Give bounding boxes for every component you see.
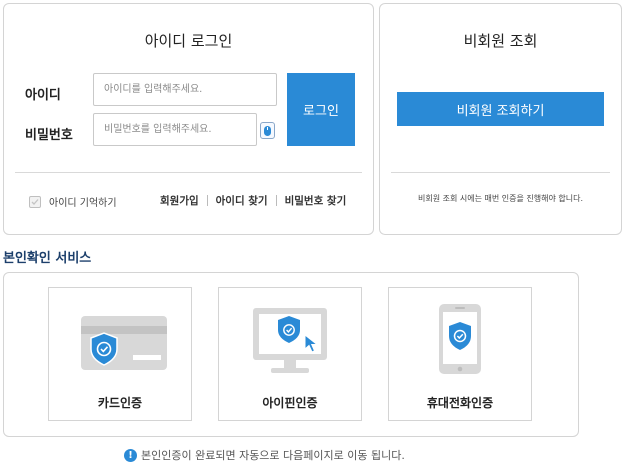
guest-lookup-note: 비회원 조회 시에는 매번 인증을 진행해야 합니다.: [418, 194, 583, 203]
signup-link[interactable]: 회원가입: [160, 193, 199, 208]
remember-id-checkbox[interactable]: 아이디 기억하기: [29, 194, 117, 209]
find-id-link[interactable]: 아이디 찾기: [216, 193, 268, 208]
ipin-verification-label: 아이핀인증: [262, 396, 318, 410]
virtual-keyboard-button[interactable]: [260, 122, 275, 139]
verification-notice: ! 본인인증이 완료되면 자동으로 다음페이지로 이동 됩니다.: [124, 447, 405, 463]
credit-card-shield-icon: [81, 316, 167, 370]
guest-lookup-title: 비회원 조회: [463, 32, 538, 50]
smartphone-shield-icon: [439, 304, 481, 374]
info-icon: !: [124, 448, 137, 462]
login-button[interactable]: 로그인: [287, 73, 355, 146]
guest-lookup-button[interactable]: 비회원 조회하기: [397, 92, 604, 126]
account-links: 회원가입 아이디 찾기 비밀번호 찾기: [160, 193, 346, 208]
check-icon: [31, 198, 39, 205]
id-input[interactable]: [93, 73, 277, 106]
card-verification-option[interactable]: 카드인증: [48, 287, 192, 421]
phone-verification-label: 휴대전화인증: [426, 396, 494, 410]
id-login-title: 아이디 로그인: [144, 32, 233, 50]
id-login-panel: 아이디 로그인 아이디 비밀번호 로그인 아이디 기억하기 회원가입 아이디 찾…: [3, 3, 374, 235]
login-divider: [15, 172, 362, 173]
checkbox-icon[interactable]: [29, 195, 41, 208]
card-verification-label: 카드인증: [97, 396, 143, 410]
guest-lookup-panel: 비회원 조회 비회원 조회하기 비회원 조회 시에는 매번 인증을 진행해야 합…: [379, 3, 622, 235]
password-label: 비밀번호: [25, 128, 73, 143]
phone-verification-option[interactable]: 휴대전화인증: [388, 287, 532, 421]
password-input[interactable]: [93, 113, 257, 146]
remember-id-label: 아이디 기억하기: [49, 198, 117, 209]
ipin-verification-option[interactable]: 아이핀인증: [218, 287, 362, 421]
mouse-icon: [264, 125, 271, 136]
link-separator: [275, 195, 277, 206]
link-separator: [206, 195, 208, 206]
verification-notice-text: 본인인증이 완료되면 자동으로 다음페이지로 이동 됩니다.: [141, 449, 405, 462]
id-label: 아이디: [25, 88, 61, 103]
monitor-shield-icon: [253, 308, 327, 373]
guest-divider: [391, 172, 610, 173]
find-password-link[interactable]: 비밀번호 찾기: [285, 193, 347, 208]
identity-verification-panel: 카드인증 아이핀인증 휴대전화인증: [3, 272, 579, 437]
identity-verification-title: 본인확인 서비스: [3, 251, 92, 266]
